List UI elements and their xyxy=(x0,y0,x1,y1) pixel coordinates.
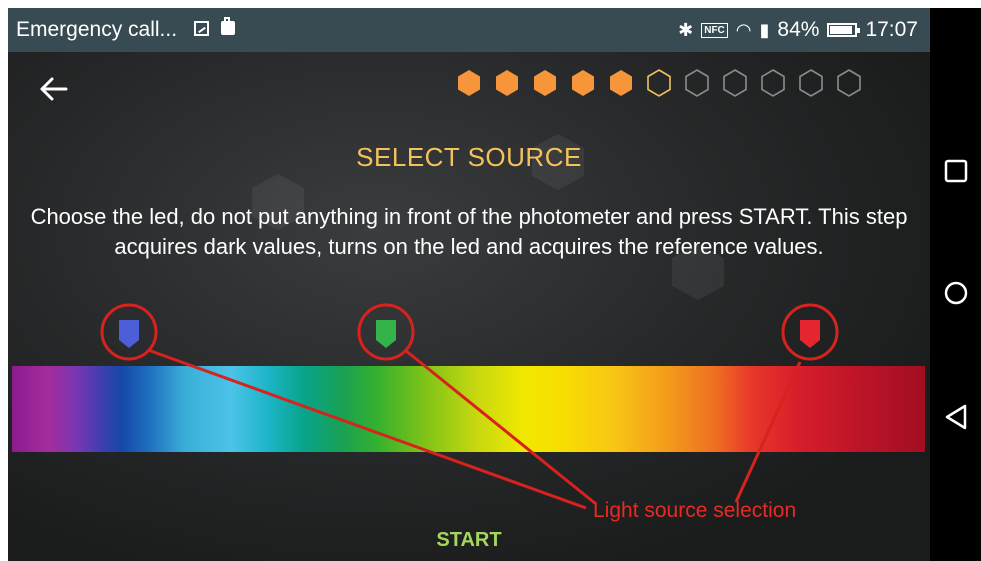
store-notification-icon xyxy=(221,17,235,35)
led-red-selector[interactable] xyxy=(782,304,838,360)
light-spectrum-bar xyxy=(12,366,925,452)
battery-percent: 84% xyxy=(777,18,820,41)
wifi-icon: ◠ xyxy=(735,19,752,40)
gallery-notification-icon xyxy=(194,21,209,36)
step-pending-icon xyxy=(761,69,785,97)
step-pending-icon xyxy=(723,69,747,97)
app-content: SELECT SOURCE Choose the led, do not put… xyxy=(8,52,930,561)
led-green-selector[interactable] xyxy=(358,304,414,360)
page-title: SELECT SOURCE xyxy=(356,142,582,172)
annotation-label: Light source selection xyxy=(593,499,797,522)
clock: 17:07 xyxy=(865,18,918,41)
start-button[interactable]: START xyxy=(8,529,930,552)
battery-icon xyxy=(827,23,861,37)
step-current-icon xyxy=(647,69,671,97)
recent-apps-icon[interactable] xyxy=(943,158,969,184)
led-blue-selector[interactable] xyxy=(101,304,157,360)
step-progress xyxy=(456,68,862,98)
red-led-icon xyxy=(800,320,820,348)
step-completed-icon xyxy=(458,70,480,96)
status-title: Emergency call... xyxy=(16,18,178,41)
blue-led-icon xyxy=(119,320,139,348)
step-pending-icon xyxy=(799,69,823,97)
nfc-icon: NFC xyxy=(701,22,728,38)
back-arrow-icon[interactable] xyxy=(36,74,70,104)
android-nav-bar xyxy=(930,8,981,561)
phone-screen: Emergency call... ✱ NFC ◠ ▮ 84% 17:07 SE… xyxy=(8,8,930,561)
instruction-text: Choose the led, do not put anything in f… xyxy=(30,204,908,259)
back-icon[interactable] xyxy=(943,404,969,430)
status-bar: Emergency call... ✱ NFC ◠ ▮ 84% 17:07 xyxy=(8,8,930,52)
step-completed-icon xyxy=(572,70,594,96)
status-icons: ✱ NFC ◠ ▮ 84% 17:07 xyxy=(678,18,918,42)
sim-icon: ▮ xyxy=(759,19,770,40)
bluetooth-icon: ✱ xyxy=(678,19,694,40)
step-completed-icon xyxy=(610,70,632,96)
step-pending-icon xyxy=(685,69,709,97)
home-icon[interactable] xyxy=(943,280,969,306)
step-pending-icon xyxy=(837,69,861,97)
step-completed-icon xyxy=(534,70,556,96)
green-led-icon xyxy=(376,320,396,348)
step-completed-icon xyxy=(496,70,518,96)
